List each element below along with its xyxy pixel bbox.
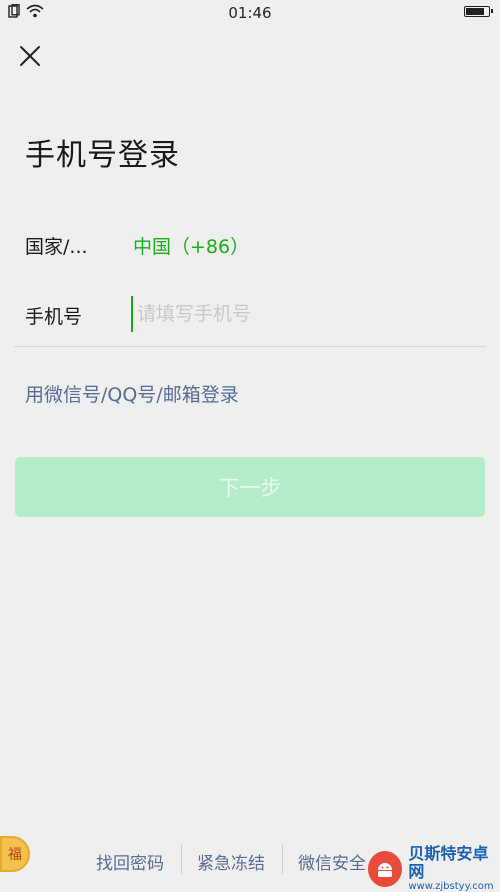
watermark-logo-icon [368, 850, 403, 887]
phone-input[interactable] [131, 296, 477, 332]
footer-separator [181, 844, 182, 874]
page-title: 手机号登录 [25, 138, 180, 173]
alt-login-link[interactable]: 用微信号/QQ号/邮箱登录 [25, 380, 239, 407]
watermark-title: 贝斯特安卓网 [408, 844, 489, 881]
close-icon [20, 46, 40, 66]
country-label: 国家/... [25, 236, 88, 258]
wechat-security-link[interactable]: 微信安全 [298, 849, 366, 874]
battery-icon [464, 6, 493, 17]
watermark-url: www.zjbstyy.com [408, 880, 494, 892]
find-password-link[interactable]: 找回密码 [96, 849, 164, 874]
status-bar: 01:46 [0, 0, 500, 26]
status-time: 01:46 [228, 4, 272, 22]
fu-badge-text: 福 [8, 847, 22, 863]
battery-fill [466, 8, 484, 15]
country-selector[interactable]: 中国（+86） [133, 232, 249, 259]
next-button[interactable]: 下一步 [15, 457, 485, 517]
android-icon [378, 862, 393, 877]
input-divider [14, 346, 486, 347]
close-button[interactable] [14, 40, 46, 72]
watermark-text: 贝斯特安卓网 www.zjbstyy.com [408, 844, 500, 892]
watermark: 贝斯特安卓网 www.zjbstyy.com [368, 844, 500, 892]
footer-separator [282, 844, 283, 874]
phone-label: 手机号 [25, 306, 83, 328]
emergency-freeze-link[interactable]: 紧急冻结 [197, 849, 265, 874]
